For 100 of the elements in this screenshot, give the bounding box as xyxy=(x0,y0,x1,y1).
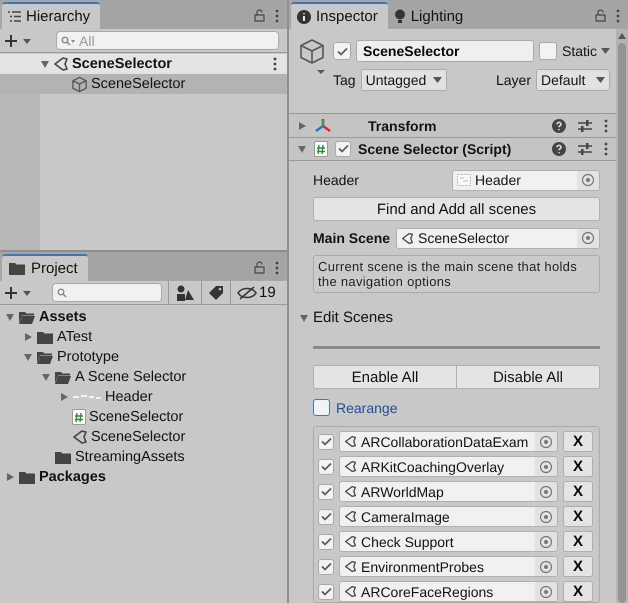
script-icon xyxy=(314,140,328,157)
object-picker-icon[interactable] xyxy=(539,460,553,474)
collapse-arrow-icon[interactable] xyxy=(23,352,33,362)
edit-scenes-foldout[interactable]: Edit Scenes xyxy=(299,309,600,326)
hidden-packages-button[interactable]: 19 xyxy=(230,280,279,304)
preset-sliders-icon[interactable] xyxy=(578,120,592,132)
expand-arrow-icon[interactable] xyxy=(23,332,33,342)
scene-field[interactable]: Check Support xyxy=(339,531,558,552)
unity-scene-icon xyxy=(344,485,357,498)
scrollbar[interactable] xyxy=(616,29,628,603)
more-menu-icon[interactable] xyxy=(273,57,277,71)
name-field[interactable]: SceneSelector xyxy=(356,40,534,62)
remove-scene-button[interactable]: X xyxy=(563,506,593,528)
object-picker-icon[interactable] xyxy=(539,584,553,599)
object-field[interactable]: Header xyxy=(452,170,600,191)
tag-dropdown[interactable]: Untagged xyxy=(360,69,447,91)
object-picker-icon[interactable] xyxy=(581,173,595,188)
scene-enabled-checkbox[interactable] xyxy=(318,434,334,450)
help-icon[interactable] xyxy=(552,142,566,156)
rearrange-checkbox[interactable] xyxy=(313,399,330,416)
enable-all-button[interactable]: Enable All xyxy=(313,365,457,390)
tree-item[interactable]: SceneSelector xyxy=(0,427,287,447)
panel-tab[interactable]: Inspector xyxy=(291,2,388,29)
tree-item[interactable]: SceneSelector xyxy=(0,74,287,94)
tree-item[interactable]: Header xyxy=(0,387,287,407)
more-menu-icon[interactable] xyxy=(616,8,620,22)
hierarchy-tab[interactable]: Hierarchy xyxy=(2,2,100,29)
checkmark-icon xyxy=(336,46,348,56)
more-menu-icon[interactable] xyxy=(275,8,279,22)
object-picker-icon[interactable] xyxy=(539,534,553,549)
help-icon[interactable] xyxy=(552,118,566,132)
lock-icon[interactable] xyxy=(254,9,265,22)
remove-scene-button[interactable]: X xyxy=(563,556,593,578)
remove-scene-button[interactable]: X xyxy=(563,531,593,552)
collapse-arrow-icon[interactable] xyxy=(297,144,307,154)
tree-item[interactable]: SceneSelector xyxy=(0,54,287,74)
add-menu-button[interactable] xyxy=(4,286,34,300)
object-picker-icon[interactable] xyxy=(539,560,553,574)
field-label: Main Scene xyxy=(313,230,390,246)
expand-arrow-icon[interactable] xyxy=(59,392,69,402)
tree-item[interactable]: Assets xyxy=(0,307,287,327)
component-enabled-checkbox[interactable] xyxy=(335,140,351,157)
lock-icon[interactable] xyxy=(254,261,265,274)
layer-dropdown[interactable]: Default xyxy=(536,69,610,91)
scene-field[interactable]: ARKitCoachingOverlay xyxy=(339,456,558,478)
more-menu-icon[interactable] xyxy=(604,118,608,132)
scene-field[interactable]: ARCollaborationDataExam xyxy=(339,431,558,452)
collapse-arrow-icon[interactable] xyxy=(41,372,51,382)
expand-arrow-icon[interactable] xyxy=(297,120,307,130)
project-tab[interactable]: Project xyxy=(2,254,88,281)
scene-field[interactable]: EnvironmentProbes xyxy=(339,556,558,578)
scene-field[interactable]: ARWorldMap xyxy=(339,481,558,502)
unity-scene-icon xyxy=(344,510,357,524)
expand-arrow-icon[interactable] xyxy=(5,472,15,482)
find-scenes-button[interactable]: Find and Add all scenes xyxy=(313,197,600,222)
tree-item[interactable]: ATest xyxy=(0,327,287,347)
scene-enabled-checkbox[interactable] xyxy=(318,584,334,600)
tree-item[interactable]: StreamingAssets xyxy=(0,447,287,467)
search-field[interactable] xyxy=(52,283,162,302)
scene-enabled-checkbox[interactable] xyxy=(318,484,334,500)
scene-field[interactable]: ARCoreFaceRegions xyxy=(339,581,558,602)
scene-enabled-checkbox[interactable] xyxy=(318,508,334,525)
more-menu-icon[interactable] xyxy=(275,260,279,274)
remove-scene-button[interactable]: X xyxy=(563,431,593,452)
tree-item[interactable]: A Scene Selector xyxy=(0,367,287,387)
static-checkbox[interactable] xyxy=(538,42,557,60)
info-icon xyxy=(297,10,311,24)
scroll-up-arrow-icon[interactable] xyxy=(618,33,626,39)
scene-field[interactable]: CameraImage xyxy=(339,506,558,528)
static-dropdown[interactable]: Static xyxy=(562,43,610,59)
component-title: Scene Selector (Script) xyxy=(358,140,512,157)
search-field[interactable]: All xyxy=(56,31,279,50)
collapse-arrow-icon[interactable] xyxy=(299,312,309,323)
object-field[interactable]: SceneSelector xyxy=(396,228,600,249)
lock-icon[interactable] xyxy=(595,9,606,22)
remove-scene-button[interactable]: X xyxy=(563,456,593,478)
collapse-arrow-icon[interactable] xyxy=(5,312,15,322)
scene-enabled-checkbox[interactable] xyxy=(318,458,334,475)
component-header[interactable]: Scene Selector (Script) xyxy=(289,138,616,162)
remove-scene-button[interactable]: X xyxy=(563,581,593,602)
component-header[interactable]: Transform xyxy=(289,114,616,138)
remove-scene-button[interactable]: X xyxy=(563,481,593,502)
panel-tab[interactable]: Lighting xyxy=(388,2,474,29)
object-picker-icon[interactable] xyxy=(539,434,553,449)
add-menu-button[interactable] xyxy=(4,34,34,48)
active-checkbox[interactable] xyxy=(333,42,351,60)
tree-item[interactable]: SceneSelector xyxy=(0,407,287,427)
list-icon xyxy=(8,11,21,22)
preset-sliders-icon[interactable] xyxy=(578,142,592,155)
object-picker-icon[interactable] xyxy=(581,231,595,246)
disable-all-button[interactable]: Disable All xyxy=(457,365,600,390)
scene-enabled-checkbox[interactable] xyxy=(318,534,334,550)
more-menu-icon[interactable] xyxy=(604,142,608,156)
tree-item[interactable]: Prototype xyxy=(0,347,287,367)
object-picker-icon[interactable] xyxy=(539,484,553,499)
collapse-arrow-icon[interactable] xyxy=(40,59,50,69)
search-input[interactable]: All xyxy=(79,32,274,48)
tree-item[interactable]: Packages xyxy=(0,467,287,487)
object-picker-icon[interactable] xyxy=(539,510,553,524)
scene-enabled-checkbox[interactable] xyxy=(318,558,334,575)
